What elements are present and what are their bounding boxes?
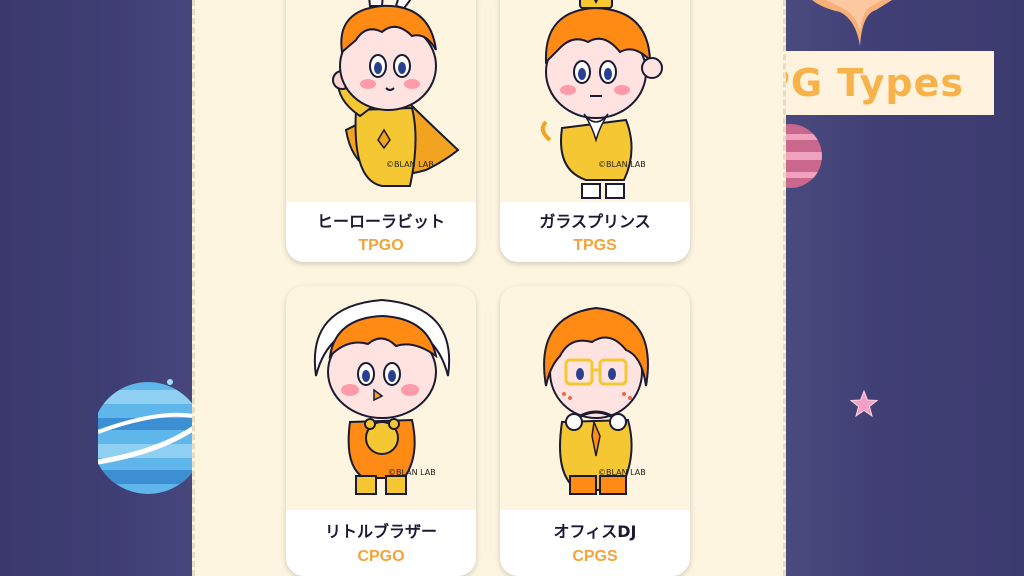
copyright-label: ©BLAN LAB — [386, 160, 434, 169]
little-brother-character-icon — [313, 298, 451, 495]
character-card-cpgo[interactable]: ©BLAN LAB リトルブラザー CPGO — [286, 286, 476, 576]
copyright-label: ©BLAN LAB — [388, 468, 436, 477]
character-card-cpgs[interactable]: ©BLAN LAB オフィスDJ CPGS — [500, 286, 690, 576]
orange-star-icon — [812, 0, 892, 46]
pink-star-icon — [850, 390, 878, 418]
character-code: TPGO — [358, 237, 404, 254]
character-code: TPGS — [573, 237, 617, 254]
character-card-tpgs[interactable]: ©BLAN LAB ガラスプリンス TPGS — [500, 0, 690, 262]
character-code: CPGS — [572, 548, 618, 565]
copyright-label: ©BLAN LAB — [598, 160, 646, 169]
copyright-label: ©BLAN LAB — [598, 468, 646, 477]
hero-rabbit-character-icon — [332, 0, 460, 187]
character-name: ガラスプリンス — [539, 212, 651, 231]
character-code: CPGO — [357, 548, 405, 565]
character-name: リトルブラザー — [324, 522, 437, 541]
glass-prince-character-icon — [540, 0, 663, 199]
pink-planet-icon — [786, 124, 822, 188]
blue-planet-icon — [98, 379, 198, 494]
page-title: PG Types — [761, 61, 965, 105]
character-name: オフィスDJ — [553, 522, 637, 541]
character-name: ヒーローラビット — [316, 212, 445, 231]
office-dj-character-icon — [543, 306, 649, 495]
character-list-panel — [192, 0, 786, 576]
character-card-tpgo[interactable]: ©BLAN LAB ヒーローラビット TPGO — [286, 0, 476, 262]
